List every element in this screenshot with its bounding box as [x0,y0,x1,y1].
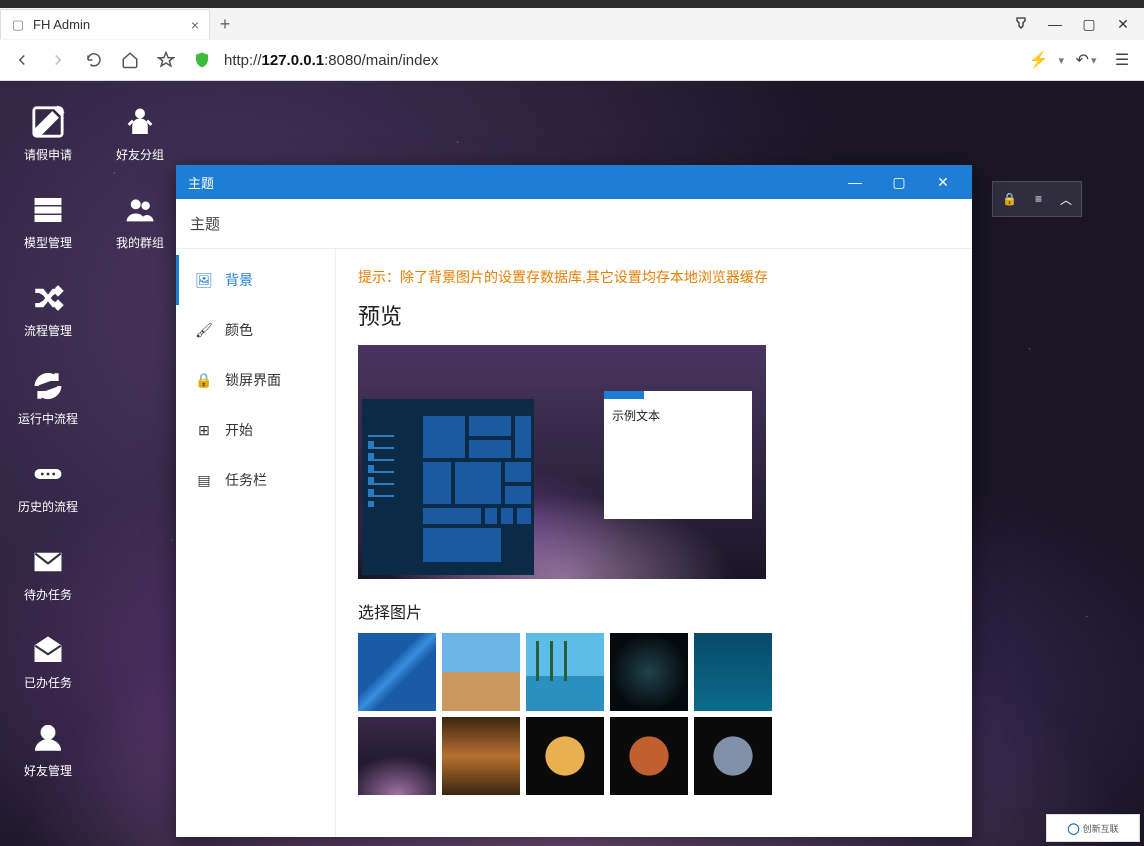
tab-title: FH Admin [33,17,90,32]
desktop-icon-group[interactable]: 我的群组 [100,177,180,261]
nav-favorite-button[interactable] [152,46,180,74]
shuffle-icon [31,276,65,320]
desktop-icon-edit[interactable]: 请假申请 [8,89,88,173]
wallpaper-thumb[interactable] [358,633,436,711]
desktop-icon-label: 模型管理 [24,236,72,250]
theme-window: 主题 — ▢ ✕ 主题 🖼 背景 🖌 颜色 🔒 锁屏界面 ⊞ 开始 ▤ 任务栏 提示：除了背景图片… [176,165,972,837]
preview-sample-window: 示例文本 [604,391,752,519]
desktop-icon-dots[interactable]: 历史的流程 [8,441,88,525]
desktop-icon-mail[interactable]: 待办任务 [8,529,88,613]
win-minimize-icon[interactable]: — [838,174,872,191]
dots-icon [31,452,65,496]
sidebar-item-lock[interactable]: 🔒 锁屏界面 [176,355,335,405]
tab-favicon: ▢ [11,18,25,32]
window-title: 主题 [188,173,214,192]
address-bar[interactable]: http://127.0.0.1:8080/main/index [224,52,438,69]
desktop-icon-label: 已办任务 [24,676,72,690]
theme-preview: 示例文本 [358,345,766,579]
sidebar-item-taskbar[interactable]: ▤ 任务栏 [176,455,335,505]
theme-sidebar: 🖼 背景 🖌 颜色 🔒 锁屏界面 ⊞ 开始 ▤ 任务栏 [176,249,336,837]
select-image-heading: 选择图片 [358,599,950,623]
desktop-icon-label: 流程管理 [24,324,72,338]
sidebar-item-label: 锁屏界面 [225,370,281,390]
sidebar-item-label: 颜色 [225,320,253,340]
mail-icon [31,540,65,584]
sidebar-item-image[interactable]: 🖼 背景 [176,255,335,305]
sidebar-item-label: 开始 [225,420,253,440]
desktop-icon-person[interactable]: 好友分组 [100,89,180,173]
win-maximize-icon[interactable]: ▢ [882,174,916,191]
shield-icon [188,46,216,74]
preview-heading: 预览 [358,299,950,331]
pin-icon[interactable] [1006,10,1036,38]
window-maximize-icon[interactable]: ▢ [1074,10,1104,38]
undo-icon[interactable]: ↶▾ [1072,46,1100,74]
person-icon [123,100,157,144]
theme-content: 提示：除了背景图片的设置存数据库,其它设置均存本地浏览器缓存 预览 [336,249,972,837]
sync-icon [31,364,65,408]
image-icon: 🖼 [195,272,213,289]
bolt-icon[interactable]: ⚡ [1029,50,1049,70]
sidebar-item-label: 任务栏 [225,470,267,490]
layers-icon [31,188,65,232]
window-minimize-icon[interactable]: — [1040,10,1070,38]
mail-open-icon [31,628,65,672]
wallpaper-thumb[interactable] [526,717,604,795]
browser-tab[interactable]: ▢ FH Admin × [0,9,210,39]
wallpaper-thumb[interactable] [442,633,520,711]
sidebar-item-win[interactable]: ⊞ 开始 [176,405,335,455]
desktop: 请假申请 好友分组模型管理 我的群组流程管理运行中流程历史的流程待办任务已办任务好友… [0,81,1144,846]
win-close-icon[interactable]: ✕ [926,174,960,191]
caret-down-icon[interactable]: ▾ [1058,54,1064,67]
wallpaper-thumbnails [358,633,778,795]
lock-icon: 🔒 [195,372,213,389]
window-close-icon[interactable]: ✕ [1108,10,1138,38]
edit-icon [31,100,65,144]
window-titlebar[interactable]: 主题 — ▢ ✕ [176,165,972,199]
nav-back-button[interactable] [8,46,36,74]
watermark: ◯创新互联 [1046,814,1140,842]
window-subtitle: 主题 [176,199,972,249]
win-icon: ⊞ [195,422,213,439]
wallpaper-thumb[interactable] [610,633,688,711]
wallpaper-thumb[interactable] [610,717,688,795]
hint-text: 提示：除了背景图片的设置存数据库,其它设置均存本地浏览器缓存 [358,267,950,287]
wallpaper-thumb[interactable] [442,717,520,795]
browser-chrome: ▢ FH Admin × + — ▢ ✕ http://127.0.0.1:80… [0,8,1144,81]
list-icon[interactable]: ≡ [1035,192,1042,206]
desktop-icon-label: 历史的流程 [18,500,78,514]
nav-forward-button[interactable] [44,46,72,74]
desktop-icon-label: 好友管理 [24,764,72,778]
wallpaper-thumb[interactable] [694,717,772,795]
user-icon [31,716,65,760]
chevron-up-icon[interactable]: ︿ [1060,191,1072,208]
wallpaper-thumb[interactable] [526,633,604,711]
sidebar-item-label: 背景 [225,270,253,290]
desktop-icon-label: 我的群组 [116,236,164,250]
wallpaper-thumb[interactable] [358,717,436,795]
desktop-icon-user[interactable]: 好友管理 [8,705,88,789]
new-tab-button[interactable]: + [210,9,240,39]
nav-home-button[interactable] [116,46,144,74]
wallpaper-thumb[interactable] [694,633,772,711]
desktop-icon-layers[interactable]: 模型管理 [8,177,88,261]
desktop-icon-sync[interactable]: 运行中流程 [8,353,88,437]
desktop-icon-label: 请假申请 [24,148,72,162]
desktop-icon-mail-open[interactable]: 已办任务 [8,617,88,701]
taskbar-icon: ▤ [195,472,213,489]
desktop-icon-label: 运行中流程 [18,412,78,426]
desktop-icon-shuffle[interactable]: 流程管理 [8,265,88,349]
background-panel-controls: 🔒 ≡ ︿ [992,181,1082,217]
sample-text: 示例文本 [604,399,752,432]
desktop-icon-label: 待办任务 [24,588,72,602]
nav-refresh-button[interactable] [80,46,108,74]
brush-icon: 🖌 [195,322,213,339]
tab-close-icon[interactable]: × [191,17,199,33]
sidebar-item-brush[interactable]: 🖌 颜色 [176,305,335,355]
hamburger-menu-icon[interactable]: ☰ [1108,46,1136,74]
group-icon [123,188,157,232]
lock-icon[interactable]: 🔒 [1002,192,1017,206]
desktop-icon-label: 好友分组 [116,148,164,162]
